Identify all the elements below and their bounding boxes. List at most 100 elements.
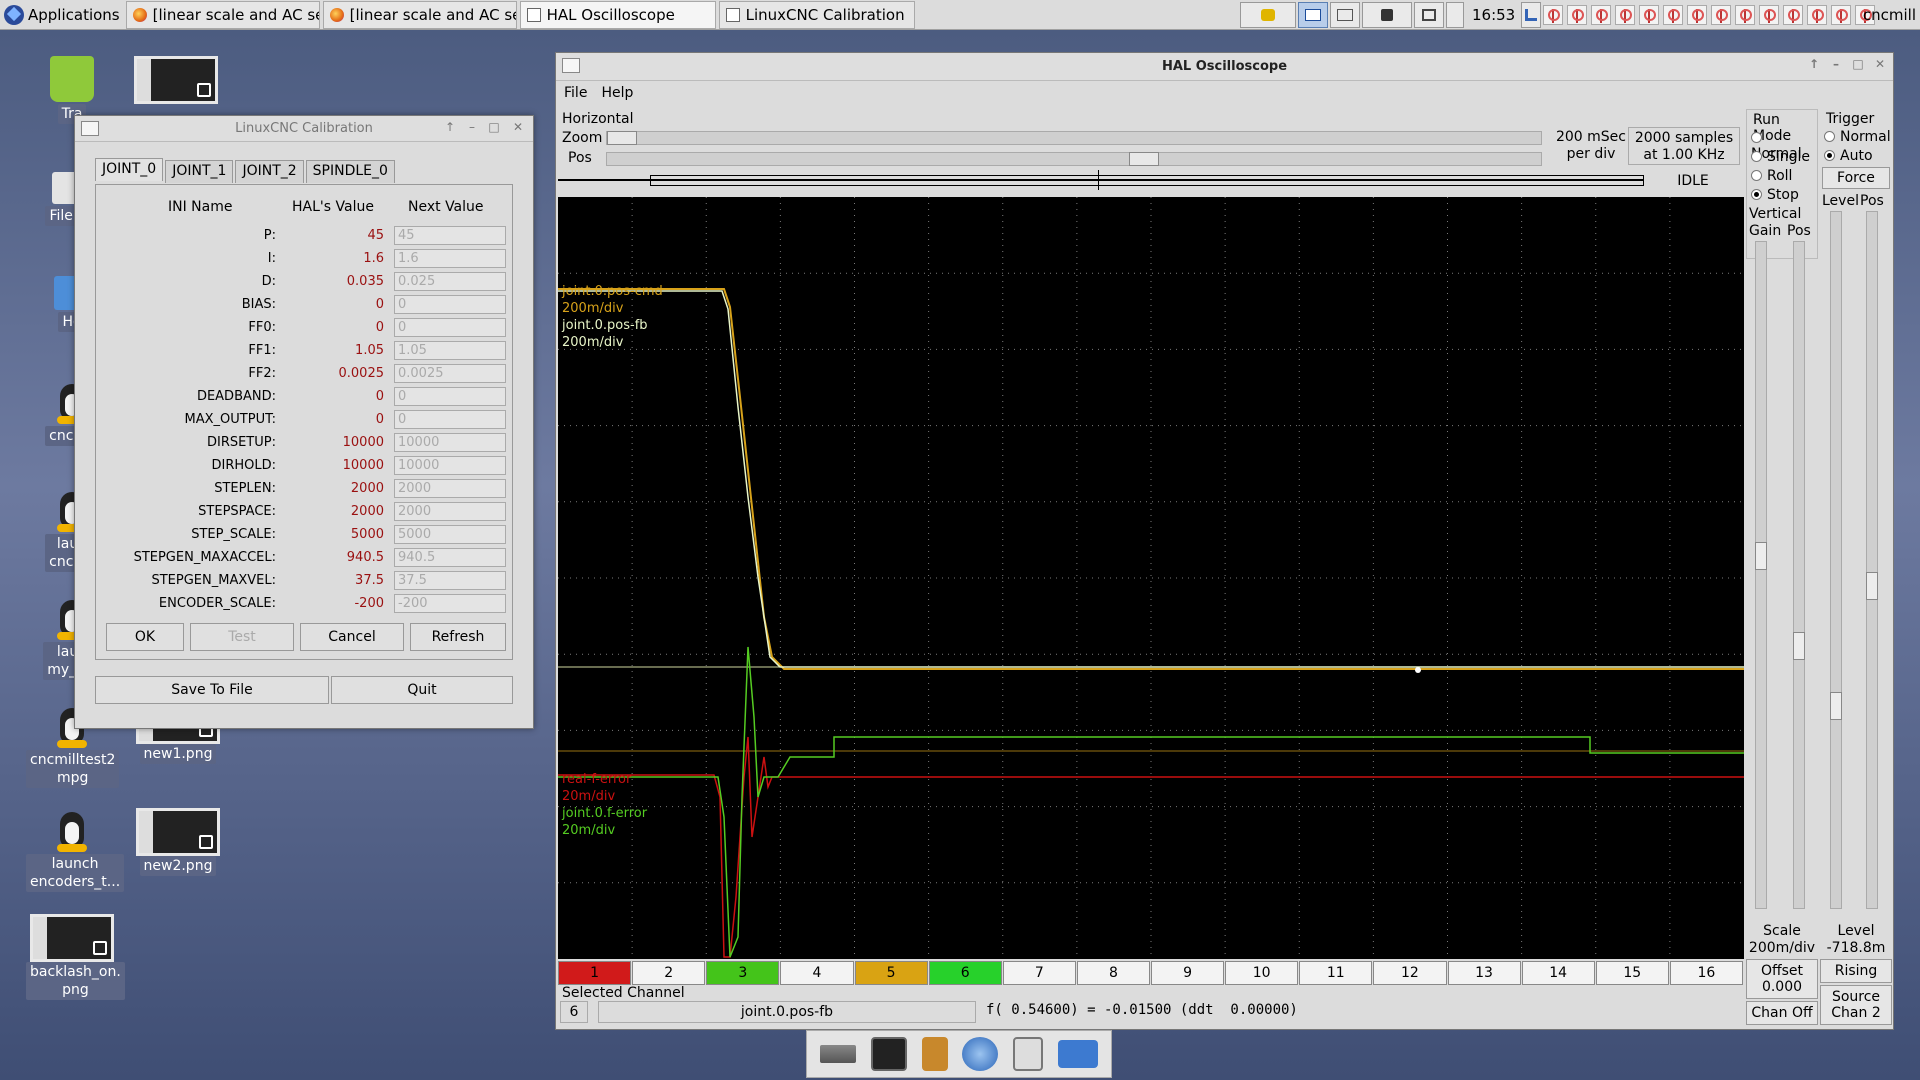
offset-button[interactable]: Offset 0.000 — [1746, 959, 1818, 999]
param-next-input[interactable]: 45 — [394, 226, 506, 245]
close-icon[interactable]: ✕ — [511, 120, 525, 134]
tab-joint-2[interactable]: JOINT_2 — [235, 160, 304, 183]
param-next-input[interactable]: 0.0025 — [394, 364, 506, 383]
signal-icon[interactable] — [1639, 5, 1660, 25]
desktop-icon-thumbnail[interactable] — [130, 56, 222, 104]
selected-channel-signal[interactable]: joint.0.pos-fb — [598, 1001, 976, 1023]
vertical-pos-thumb[interactable] — [1793, 632, 1805, 660]
maximize-icon[interactable]: □ — [487, 120, 501, 134]
param-next-input[interactable]: 0.025 — [394, 272, 506, 291]
quit-button[interactable]: Quit — [331, 676, 513, 704]
param-next-input[interactable]: 5000 — [394, 525, 506, 544]
channel-button-4[interactable]: 4 — [780, 961, 854, 985]
vertical-pos-slider[interactable] — [1793, 241, 1805, 909]
signal-icon[interactable] — [1711, 5, 1732, 25]
position-slider[interactable] — [606, 152, 1542, 166]
notification-icon[interactable] — [1240, 2, 1296, 28]
param-next-input[interactable]: 37.5 — [394, 571, 506, 590]
network-icon[interactable] — [1521, 2, 1542, 28]
folder-icon[interactable] — [1057, 1040, 1098, 1068]
channel-button-7[interactable]: 7 — [1002, 961, 1076, 985]
channel-button-3[interactable]: 3 — [706, 961, 780, 985]
force-button[interactable]: Force — [1822, 167, 1890, 189]
maximize-icon[interactable]: □ — [1851, 57, 1865, 71]
file-manager-icon[interactable] — [921, 1037, 948, 1071]
oscilloscope-titlebar[interactable]: HAL Oscilloscope ↑ – □ ✕ — [556, 53, 1893, 81]
terminal-icon[interactable] — [870, 1037, 907, 1071]
zoom-slider-thumb[interactable] — [607, 131, 637, 145]
mount-icon[interactable] — [1362, 2, 1412, 28]
channel-button-13[interactable]: 13 — [1447, 961, 1521, 985]
signal-icon[interactable] — [1735, 5, 1756, 25]
param-next-input[interactable]: 0 — [394, 387, 506, 406]
signal-icon[interactable] — [1663, 5, 1684, 25]
refresh-button[interactable]: Refresh — [410, 623, 506, 651]
scope-display[interactable]: joint.0.pos-cmd 200m/div joint.0.pos-fb 200… — [558, 197, 1744, 959]
channel-button-11[interactable]: 11 — [1299, 961, 1373, 985]
run-mode-stop[interactable]: Stop — [1751, 187, 1799, 203]
signal-icon[interactable] — [1615, 5, 1636, 25]
param-next-input[interactable]: -200 — [394, 594, 506, 613]
task-browser-1[interactable]: [linear scale and AC ser... — [125, 0, 320, 29]
cancel-button[interactable]: Cancel — [300, 623, 404, 651]
signal-icon[interactable] — [1591, 5, 1612, 25]
channel-button-8[interactable]: 8 — [1076, 961, 1150, 985]
tab-joint-0[interactable]: JOINT_0 — [95, 158, 164, 181]
web-browser-icon[interactable] — [962, 1037, 999, 1071]
search-icon[interactable] — [1012, 1037, 1043, 1071]
signal-icon[interactable] — [1783, 5, 1804, 25]
param-next-input[interactable]: 10000 — [394, 433, 506, 452]
trigger-source-button[interactable]: Source Chan 2 — [1820, 985, 1892, 1025]
channel-button-14[interactable]: 14 — [1521, 961, 1595, 985]
screenshot-icon[interactable] — [1414, 2, 1444, 28]
desktop-icon-backlash[interactable]: backlash_on. png — [26, 914, 125, 1000]
param-next-input[interactable]: 10000 — [394, 456, 506, 475]
channel-button-12[interactable]: 12 — [1373, 961, 1447, 985]
trigger-level-slider[interactable] — [1830, 211, 1842, 909]
channel-button-15[interactable]: 15 — [1595, 961, 1669, 985]
rising-button[interactable]: Rising — [1820, 959, 1892, 983]
applications-menu[interactable]: Applications — [0, 0, 126, 30]
param-next-input[interactable]: 2000 — [394, 479, 506, 498]
clock[interactable]: 16:53 — [1472, 6, 1515, 24]
menu-file[interactable]: File — [564, 85, 587, 101]
param-next-input[interactable]: 1.6 — [394, 249, 506, 268]
task-linuxcnc-calibration[interactable]: LinuxCNC Calibration — [718, 0, 915, 29]
param-next-input[interactable]: 0 — [394, 410, 506, 429]
ok-button[interactable]: OK — [106, 623, 184, 651]
param-next-input[interactable]: 0 — [394, 318, 506, 337]
show-desktop-icon[interactable] — [820, 1045, 857, 1063]
tab-spindle-0[interactable]: SPINDLE_0 — [305, 160, 395, 183]
channel-button-9[interactable]: 9 — [1151, 961, 1225, 985]
signal-icon[interactable] — [1687, 5, 1708, 25]
desktop-icon-trash[interactable]: Tra — [26, 56, 118, 124]
shade-icon[interactable]: ↑ — [1807, 57, 1821, 71]
param-next-input[interactable]: 0 — [394, 295, 506, 314]
channel-button-1[interactable]: 1 — [558, 961, 632, 985]
chan-off-button[interactable]: Chan Off — [1746, 1001, 1818, 1025]
param-next-input[interactable]: 940.5 — [394, 548, 506, 567]
channel-button-5[interactable]: 5 — [854, 961, 928, 985]
run-mode-roll[interactable]: Roll — [1751, 168, 1792, 184]
trigger-pos-slider[interactable] — [1866, 211, 1878, 909]
minimize-icon[interactable]: – — [1829, 57, 1843, 71]
channel-button-10[interactable]: 10 — [1225, 961, 1299, 985]
channel-button-2[interactable]: 2 — [632, 961, 706, 985]
trigger-level-thumb[interactable] — [1830, 692, 1842, 720]
signal-icon[interactable] — [1831, 5, 1852, 25]
workspace-2-icon[interactable] — [1330, 2, 1360, 28]
minimize-icon[interactable]: – — [465, 120, 479, 134]
position-slider-thumb[interactable] — [1129, 152, 1159, 166]
zoom-slider[interactable] — [606, 131, 1542, 145]
signal-icon[interactable] — [1567, 5, 1588, 25]
test-button[interactable]: Test — [190, 623, 294, 651]
task-browser-2[interactable]: [linear scale and AC ser... — [322, 0, 517, 29]
signal-icon[interactable] — [1807, 5, 1828, 25]
save-to-file-button[interactable]: Save To File — [95, 676, 329, 704]
tab-joint-1[interactable]: JOINT_1 — [165, 160, 234, 183]
window-menu-icon[interactable] — [562, 58, 580, 73]
desktop-icon-new2[interactable]: new2.png — [132, 808, 224, 876]
task-hal-oscilloscope[interactable]: HAL Oscilloscope — [519, 0, 716, 29]
signal-icon[interactable] — [1543, 5, 1564, 25]
workspace-1-icon[interactable] — [1298, 2, 1328, 28]
